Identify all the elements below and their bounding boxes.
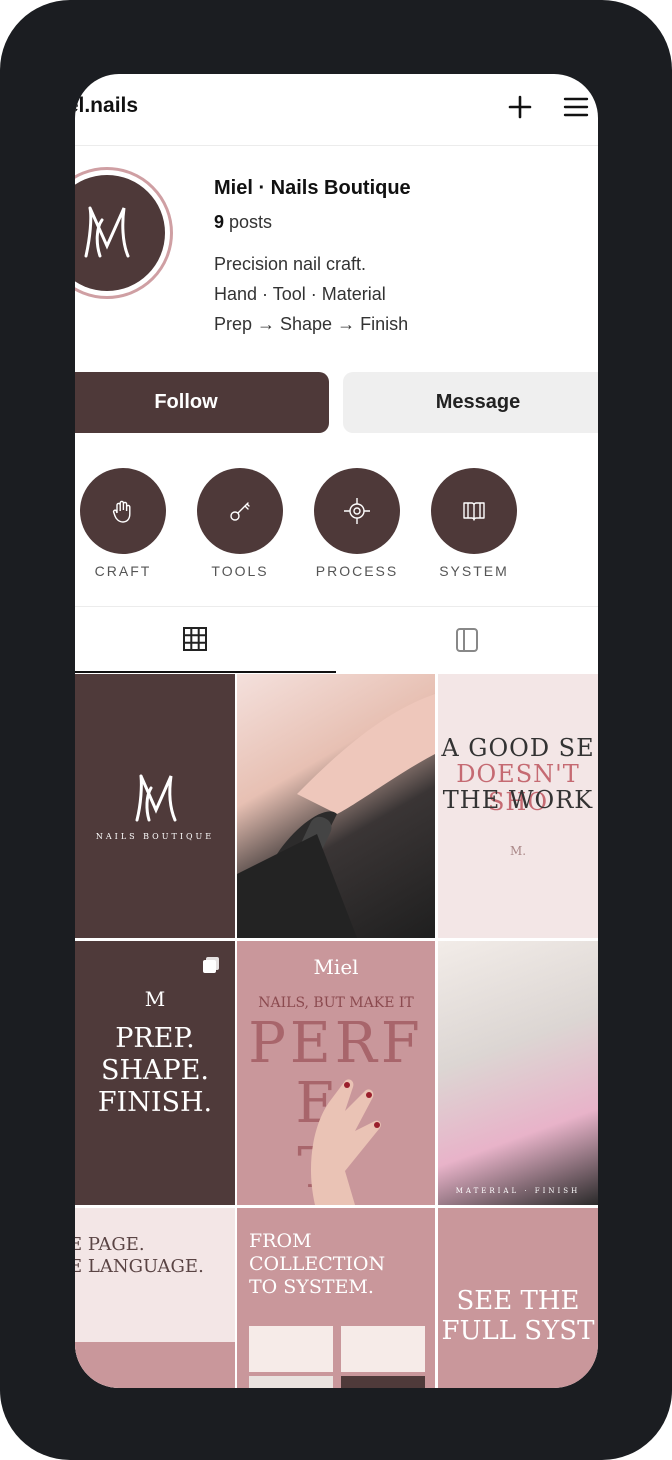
highlight-label: CRAFT — [94, 563, 152, 579]
post-tile-photo-drill[interactable] — [237, 674, 435, 938]
grid-icon — [182, 627, 207, 651]
bio-line: Precision nail craft. — [214, 254, 367, 274]
post-tile-page[interactable]: E PAGE. E LANGUAGE. — [75, 1208, 235, 1388]
posts-count[interactable]: 9 posts — [214, 212, 272, 233]
tab-feed[interactable] — [336, 607, 598, 673]
tile-photo — [341, 1326, 425, 1372]
tile-subtitle: NAILS, BUT MAKE IT — [258, 995, 414, 1011]
highlight-label: TOOLS — [211, 563, 269, 579]
post-tile-prep[interactable]: M PREP. SHAPE. FINISH. — [75, 941, 235, 1205]
post-tile-photo-gloves[interactable]: MATERIAL · FINISH — [438, 941, 598, 1205]
tile-headline: E LANGUAGE. — [75, 1256, 204, 1277]
bio-line: Prep → Shape → Finish — [214, 314, 409, 334]
follow-button[interactable]: Follow — [75, 372, 329, 433]
profile-tabs — [75, 606, 598, 673]
phone-screen: iel.nails Miel · Nails Boutique 9 — [75, 74, 598, 1388]
phone-frame: iel.nails Miel · Nails Boutique 9 — [0, 0, 672, 1460]
tile-headline: E PAGE. — [75, 1234, 145, 1255]
hands-photo-icon — [310, 1079, 381, 1205]
tile-headline: SEE THE — [456, 1286, 580, 1316]
highlight-label: SYSTEM — [439, 563, 509, 579]
highlight-system[interactable]: SYSTEM — [431, 468, 517, 579]
tile-headline: SHAPE. — [101, 1055, 209, 1086]
post-tile-system[interactable]: SEE THE FULL SYST — [438, 1208, 598, 1388]
tile-photo — [341, 1376, 425, 1388]
tile-caption: NAILS BOUTIQUE — [95, 832, 215, 841]
posts-count-label: posts — [229, 212, 273, 232]
brand-logo-icon — [135, 774, 177, 822]
tile-headline: FROM — [249, 1230, 312, 1252]
tile-headline: THE WORK — [442, 786, 594, 814]
highlight-process[interactable]: PROCESS — [314, 468, 400, 579]
highlight-tools[interactable]: TOOLS — [197, 468, 283, 579]
post-tile-perfect[interactable]: Miel NAILS, BUT MAKE IT PERF E T — [237, 941, 435, 1205]
tile-headline: FINISH. — [97, 1087, 213, 1118]
profile-avatar[interactable] — [75, 167, 173, 299]
tile-photo — [249, 1326, 333, 1372]
profile-display-name: Miel · Nails Boutique — [214, 177, 411, 199]
top-bar: iel.nails — [75, 74, 598, 146]
panel-icon — [456, 628, 478, 652]
tile-footer: M. — [509, 844, 527, 858]
tile-mockup — [75, 1342, 235, 1388]
manicure-photo-icon — [237, 694, 435, 938]
tile-photo — [249, 1376, 333, 1388]
tab-grid[interactable] — [75, 607, 336, 673]
message-button[interactable]: Message — [343, 372, 598, 433]
highlight-craft[interactable]: CRAFT — [80, 468, 166, 579]
tile-headline: FULL SYST — [441, 1316, 595, 1346]
post-tile-collection[interactable]: FROM COLLECTION TO SYSTEM. — [237, 1208, 435, 1388]
hand-icon — [112, 500, 131, 523]
tile-headline: COLLECTION — [249, 1253, 386, 1275]
key-icon — [230, 502, 250, 521]
carousel-icon — [203, 957, 219, 973]
profile-username[interactable]: iel.nails — [75, 94, 138, 118]
profile-bio: Precision nail craft. Hand · Tool · Mate… — [214, 249, 408, 339]
tile-brand: Miel — [313, 955, 359, 979]
tile-caption: MATERIAL · FINISH — [455, 1187, 581, 1195]
post-tile-logo[interactable]: NAILS BOUTIQUE — [75, 674, 235, 938]
target-icon — [344, 498, 370, 524]
tile-headline: TO SYSTEM. — [249, 1276, 374, 1298]
bio-line: Hand · Tool · Material — [214, 284, 386, 304]
book-icon — [463, 502, 485, 521]
tile-headline: A GOOD SE — [441, 734, 595, 762]
tile-logo: M — [144, 987, 166, 1011]
post-tile-good-set[interactable]: A GOOD SE DOESN'T SHO THE WORK M. — [438, 674, 598, 938]
tile-headline: PREP. — [115, 1023, 195, 1054]
highlight-label: PROCESS — [315, 563, 399, 579]
plus-icon[interactable] — [507, 94, 533, 120]
brand-logo-icon — [84, 206, 130, 258]
menu-icon[interactable] — [563, 96, 589, 118]
posts-count-value: 9 — [214, 212, 225, 232]
